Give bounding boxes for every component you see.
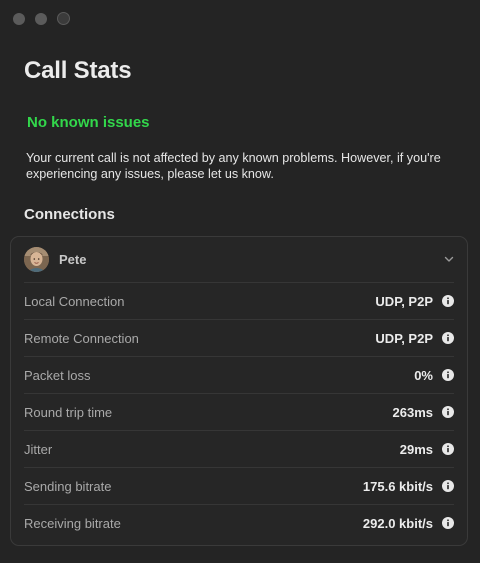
status-text: No known issues xyxy=(27,114,150,131)
avatar xyxy=(24,247,49,272)
info-icon[interactable] xyxy=(442,332,454,344)
window-controls xyxy=(13,12,70,25)
close-window-button[interactable] xyxy=(13,13,25,25)
connection-card: Pete Local Connection UDP, P2P Remote Co… xyxy=(10,236,468,546)
user-avatar-icon xyxy=(24,247,49,272)
info-icon[interactable] xyxy=(442,480,454,492)
stat-row-jitter: Jitter 29ms xyxy=(24,430,454,467)
stat-value: UDP, P2P xyxy=(375,330,433,346)
info-icon[interactable] xyxy=(442,369,454,381)
stat-label: Remote Connection xyxy=(24,330,139,346)
info-icon[interactable] xyxy=(442,443,454,455)
stat-row-sending-bitrate: Sending bitrate 175.6 kbit/s xyxy=(24,467,454,504)
info-icon[interactable] xyxy=(442,517,454,529)
connections-heading: Connections xyxy=(24,206,115,223)
stat-value: 175.6 kbit/s xyxy=(362,478,433,494)
participant-header[interactable]: Pete xyxy=(11,237,467,283)
participant-name: Pete xyxy=(59,252,87,267)
stat-value: 0% xyxy=(414,367,433,383)
page-title: Call Stats xyxy=(24,57,132,84)
stat-value: 292.0 kbit/s xyxy=(362,515,433,531)
stat-row-remote-connection: Remote Connection UDP, P2P xyxy=(24,319,454,356)
stat-value: UDP, P2P xyxy=(375,293,433,309)
call-stats-window: Call Stats No known issues Your current … xyxy=(0,0,480,563)
stats-list: Local Connection UDP, P2P Remote Connect… xyxy=(24,282,454,541)
minimize-window-button[interactable] xyxy=(35,13,47,25)
status-description: Your current call is not affected by any… xyxy=(26,151,441,181)
stat-row-packet-loss: Packet loss 0% xyxy=(24,356,454,393)
zoom-window-button[interactable] xyxy=(57,12,70,25)
stat-row-round-trip-time: Round trip time 263ms xyxy=(24,393,454,430)
stat-label: Jitter xyxy=(24,441,53,457)
stat-row-local-connection: Local Connection UDP, P2P xyxy=(24,282,454,319)
stat-label: Packet loss xyxy=(24,367,91,383)
stat-row-receiving-bitrate: Receiving bitrate 292.0 kbit/s xyxy=(24,504,454,541)
stat-label: Round trip time xyxy=(24,404,113,420)
chevron-down-icon[interactable] xyxy=(443,253,455,265)
stat-label: Sending bitrate xyxy=(24,478,112,494)
stat-value: 29ms xyxy=(399,441,433,457)
info-icon[interactable] xyxy=(442,406,454,418)
stat-value: 263ms xyxy=(392,404,433,420)
stat-label: Local Connection xyxy=(24,293,125,309)
stat-label: Receiving bitrate xyxy=(24,515,121,531)
info-icon[interactable] xyxy=(442,295,454,307)
